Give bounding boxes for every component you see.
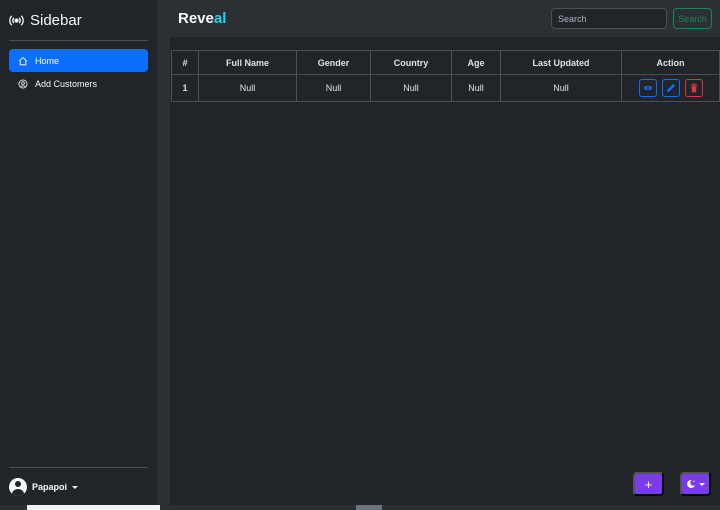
table-row: 1 Null Null Null Null Null: [171, 74, 720, 102]
moon-stars-icon: [687, 479, 696, 489]
column-header-action: Action: [621, 50, 720, 75]
sidebar-brand-label: Sidebar: [30, 11, 82, 29]
sidebar-item-add-customers[interactable]: Add Customers: [9, 72, 148, 95]
cell-full-name: Null: [198, 74, 297, 102]
cell-last-updated: Null: [500, 74, 622, 102]
broadcast-icon: [9, 14, 24, 26]
sidebar-gutter: [157, 0, 170, 505]
taskbar-window-thumb[interactable]: [27, 505, 160, 510]
home-icon: [18, 56, 28, 65]
column-header-age: Age: [451, 50, 501, 75]
cell-country: Null: [370, 74, 452, 102]
app-logo[interactable]: Reveal: [178, 10, 226, 27]
edit-button[interactable]: [661, 79, 680, 97]
column-header-country: Country: [370, 50, 452, 75]
avatar: [9, 478, 27, 496]
topbar: Reveal Search: [170, 0, 720, 37]
sidebar-footer: Papapoi: [9, 467, 148, 496]
customers-table: # Full Name Gender Country Age Last Upda…: [171, 50, 720, 102]
column-header-number: #: [171, 50, 199, 75]
add-customer-fab[interactable]: +: [633, 472, 664, 496]
logo-main-text: Reve: [178, 10, 214, 27]
sidebar-nav: Home Add Customers: [9, 49, 148, 95]
column-header-gender: Gender: [296, 50, 371, 75]
taskbar-app-icon[interactable]: [356, 505, 382, 510]
cell-actions: [621, 74, 720, 102]
table-header-row: # Full Name Gender Country Age Last Upda…: [171, 50, 720, 75]
column-header-last-updated: Last Updated: [500, 50, 622, 75]
user-menu[interactable]: Papapoi: [9, 478, 148, 496]
theme-toggle-button[interactable]: [680, 472, 711, 496]
user-name: Papapoi: [32, 482, 68, 492]
app-window: Sidebar Home Add Customers Papapoi Revea…: [0, 0, 720, 510]
main-content: Reveal Search # Full Name Gender Country…: [170, 0, 720, 505]
search-input[interactable]: [551, 8, 667, 29]
sidebar-item-label: Add Customers: [35, 78, 98, 89]
column-header-full-name: Full Name: [198, 50, 297, 75]
row-actions: [622, 79, 719, 97]
cell-gender: Null: [296, 74, 371, 102]
eye-icon: [643, 85, 652, 91]
logo-highlight-text: al: [213, 10, 227, 27]
caret-down-icon: [699, 482, 705, 486]
sidebar-item-home[interactable]: Home: [9, 49, 148, 72]
delete-button[interactable]: [684, 79, 703, 97]
view-button[interactable]: [638, 79, 657, 97]
search-button[interactable]: Search: [673, 8, 712, 29]
cell-age: Null: [451, 74, 501, 102]
os-taskbar: [0, 505, 720, 510]
sidebar-divider: [9, 467, 148, 468]
cell-number: 1: [171, 74, 199, 102]
sidebar-brand[interactable]: Sidebar: [9, 0, 148, 40]
trash-icon: [690, 83, 697, 93]
pencil-icon: [666, 83, 675, 93]
user-circle-icon: [18, 79, 28, 88]
sidebar-item-label: Home: [35, 55, 60, 66]
caret-down-icon: [72, 485, 79, 489]
sidebar-divider: [9, 40, 148, 41]
sidebar: Sidebar Home Add Customers Papapoi: [0, 0, 157, 505]
